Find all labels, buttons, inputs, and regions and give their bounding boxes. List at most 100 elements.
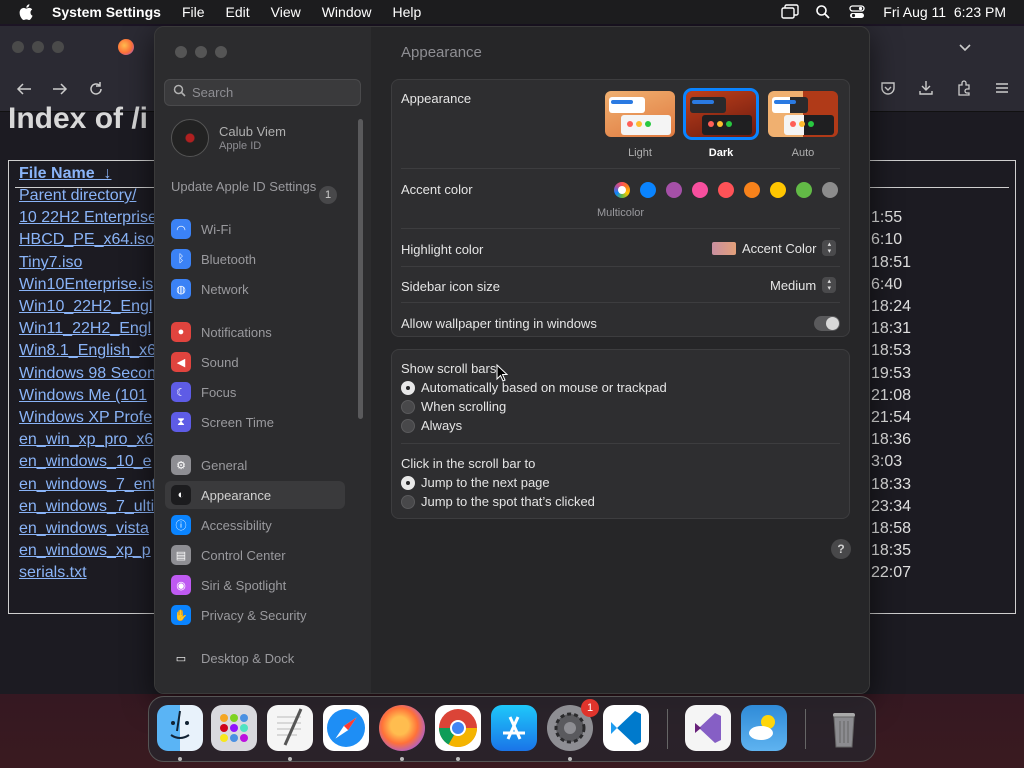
file-link[interactable]: Win11_22H2_Engl <box>19 320 151 338</box>
sidebar-item-privacy-security[interactable]: ✋ Privacy & Security <box>165 601 345 629</box>
menu-view[interactable]: View <box>271 4 301 20</box>
forward-arrow-icon[interactable] <box>52 82 68 101</box>
theme-light-option[interactable]: Light <box>605 91 675 159</box>
zoom-icon[interactable] <box>52 41 64 53</box>
sidebar-item-focus[interactable]: ☾ Focus <box>165 378 345 406</box>
minimize-icon[interactable] <box>32 41 44 53</box>
file-link[interactable]: Win10Enterprise.is <box>19 276 153 294</box>
menu-help[interactable]: Help <box>393 4 422 20</box>
visual-studio-icon[interactable] <box>685 705 731 751</box>
weather-icon[interactable] <box>741 705 787 751</box>
apple-menu-icon[interactable] <box>16 2 36 22</box>
radio[interactable] <box>401 399 415 414</box>
chevron-down-icon[interactable] <box>958 40 972 58</box>
theme-dark-option[interactable]: Dark <box>683 88 759 159</box>
sidebar-item-appearance[interactable]: ◐ Appearance <box>165 481 345 509</box>
scroll-option-automatic[interactable]: Automatically based on mouse or trackpad <box>401 380 667 395</box>
sidebar-item-accessibility[interactable]: ⓘ Accessibility <box>165 511 345 539</box>
sidebar-item-network[interactable]: ◍ Network <box>165 275 345 303</box>
help-button[interactable]: ? <box>831 539 851 559</box>
sidebar-item-wi-fi[interactable]: ◠ Wi-Fi <box>165 215 345 243</box>
app-store-icon[interactable] <box>491 705 537 751</box>
sidebar-item-control-center[interactable]: ▤ Control Center <box>165 541 345 569</box>
extensions-icon[interactable] <box>956 80 972 96</box>
file-link[interactable]: en_windows_7_ent <box>19 476 156 494</box>
sidebar-item-siri-spotlight[interactable]: ◉ Siri & Spotlight <box>165 571 345 599</box>
accent-color-swatch[interactable] <box>666 182 682 198</box>
sidebar-item-desktop-dock[interactable]: ▭ Desktop & Dock <box>165 644 345 672</box>
file-link[interactable]: en_windows_7_ulti <box>19 498 154 516</box>
highlight-color-popup[interactable]: Accent Color ▴ ▾ <box>712 240 837 256</box>
search-input[interactable] <box>192 85 352 100</box>
minimize-icon[interactable] <box>195 46 207 58</box>
screen-mirroring-icon[interactable] <box>781 4 799 20</box>
download-icon[interactable] <box>918 80 934 96</box>
sidebar-item-bluetooth[interactable]: ᛒ Bluetooth <box>165 245 345 273</box>
file-link[interactable]: serials.txt <box>19 564 87 582</box>
file-link[interactable]: en_windows_vista <box>19 520 149 538</box>
zoom-icon[interactable] <box>215 46 227 58</box>
theme-auto-option[interactable]: Auto <box>768 91 838 159</box>
sidebar-icon-size-popup[interactable]: Medium ▴ ▾ <box>770 277 837 293</box>
textedit-icon[interactable] <box>267 705 313 751</box>
click-option-next-page[interactable]: Jump to the next page <box>401 475 550 490</box>
update-apple-id-settings[interactable]: Update Apple ID Settings <box>171 179 343 195</box>
file-link[interactable]: en_windows_10_e <box>19 453 152 471</box>
accent-color-swatch[interactable] <box>744 182 760 198</box>
radio[interactable] <box>401 418 415 433</box>
file-link[interactable]: HBCD_PE_x64.iso <box>19 231 154 249</box>
scroll-option-always[interactable]: Always <box>401 418 462 433</box>
hamburger-menu-icon[interactable] <box>994 80 1010 96</box>
sidebar-search[interactable] <box>164 79 361 106</box>
sidebar-item-general[interactable]: ⚙ General <box>165 451 345 479</box>
accent-color-swatch[interactable] <box>822 182 838 198</box>
spotlight-search-icon[interactable] <box>815 4 831 20</box>
menu-app-name[interactable]: System Settings <box>52 4 161 20</box>
accent-color-swatch[interactable] <box>796 182 812 198</box>
accent-color-swatch[interactable] <box>692 182 708 198</box>
sidebar-scrollbar[interactable] <box>358 119 363 419</box>
reload-icon[interactable] <box>88 81 104 102</box>
file-link[interactable]: Windows XP Profe <box>19 409 152 427</box>
close-icon[interactable] <box>12 41 24 53</box>
menu-edit[interactable]: Edit <box>226 4 250 20</box>
menu-window[interactable]: Window <box>322 4 372 20</box>
menu-file[interactable]: File <box>182 4 205 20</box>
finder-icon[interactable] <box>157 705 203 751</box>
sidebar-item-screen-time[interactable]: ⧗ Screen Time <box>165 408 345 436</box>
sidebar-item-notifications[interactable]: ● Notifications <box>165 318 345 346</box>
menu-clock[interactable]: Fri Aug 11 6:23 PM <box>883 4 1006 20</box>
file-link[interactable]: en_win_xp_pro_x6 <box>19 431 153 449</box>
accent-color-swatch[interactable] <box>718 182 734 198</box>
firefox-tab-icon[interactable] <box>118 39 134 55</box>
accent-multicolor-swatch[interactable] <box>614 182 630 198</box>
apple-id-row[interactable]: Calub Viem Apple ID <box>171 119 286 157</box>
file-link[interactable]: Win8.1_English_x6 <box>19 342 156 360</box>
close-icon[interactable] <box>175 46 187 58</box>
firefox-icon[interactable] <box>379 705 425 751</box>
accent-color-swatch[interactable] <box>640 182 656 198</box>
control-center-icon[interactable] <box>849 4 865 20</box>
sidebar-item-sound[interactable]: ◀ Sound <box>165 348 345 376</box>
file-link[interactable]: en_windows_xp_p <box>19 542 151 560</box>
scroll-option-when-scrolling[interactable]: When scrolling <box>401 399 506 414</box>
radio-selected[interactable] <box>401 380 415 395</box>
trash-icon[interactable] <box>821 705 867 751</box>
radio-selected[interactable] <box>401 475 415 490</box>
file-link[interactable]: Win10_22H2_Engl <box>19 298 152 316</box>
file-link[interactable]: Tiny7.iso <box>19 254 82 272</box>
file-name-column-header[interactable]: File Name ↓ <box>19 165 111 183</box>
back-arrow-icon[interactable] <box>16 82 32 101</box>
file-link[interactable]: Windows 98 Secon <box>19 365 156 383</box>
accent-color-swatch[interactable] <box>770 182 786 198</box>
click-option-spot-clicked[interactable]: Jump to the spot that’s clicked <box>401 494 595 509</box>
safari-icon[interactable] <box>323 705 369 751</box>
file-link[interactable]: 10 22H2 Enterprise <box>19 209 157 227</box>
wallpaper-tinting-toggle[interactable] <box>814 316 840 331</box>
vscode-icon[interactable] <box>603 705 649 751</box>
pocket-icon[interactable] <box>880 80 896 96</box>
file-link[interactable]: Parent directory/ <box>19 187 136 205</box>
launchpad-icon[interactable] <box>211 705 257 751</box>
radio[interactable] <box>401 494 415 509</box>
chrome-icon[interactable] <box>435 705 481 751</box>
